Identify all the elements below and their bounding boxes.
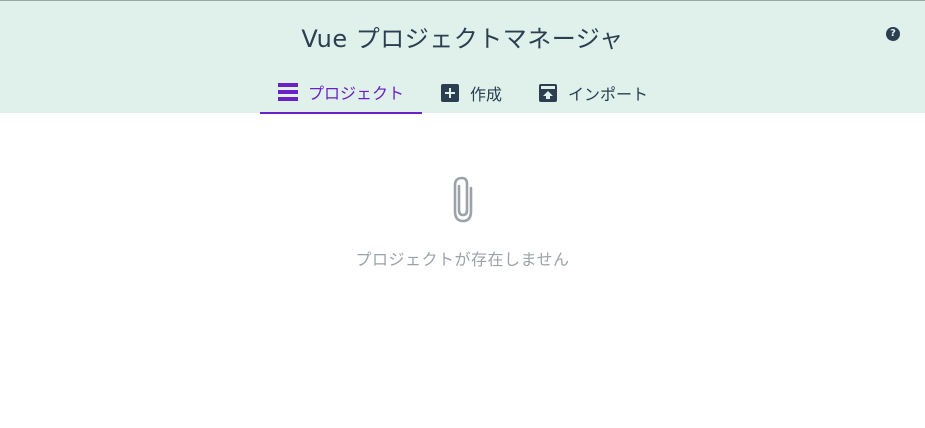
empty-state-message: プロジェクトが存在しません [355,250,570,269]
tab-projects-label: プロジェクト [308,83,405,103]
add-icon [440,83,460,103]
tab-create[interactable]: 作成 [422,71,520,114]
app-header: Vue プロジェクトマネージャ ? プロジェクト 作成 インポート [0,0,925,114]
tab-projects[interactable]: プロジェクト [260,71,423,114]
paperclip-icon [453,176,472,223]
help-icon[interactable]: ? [886,27,900,41]
tab-import[interactable]: インポート [520,71,666,114]
list-icon [278,82,298,102]
import-icon [538,83,558,103]
tab-create-label: 作成 [470,84,503,104]
page-title: Vue プロジェクトマネージャ [301,25,624,53]
tab-bar: プロジェクト 作成 インポート [260,71,666,114]
empty-state: プロジェクトが存在しません [0,176,925,270]
tab-import-label: インポート [568,84,649,104]
